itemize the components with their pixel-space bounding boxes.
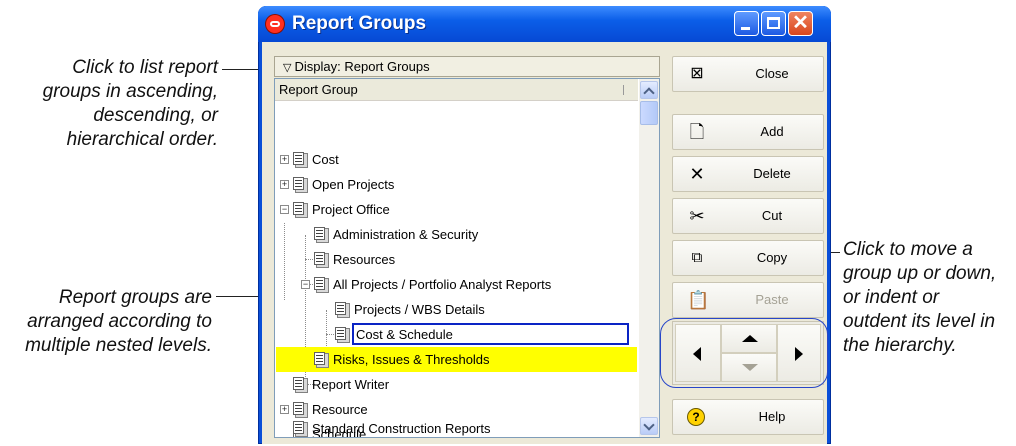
tree-item-label: Administration & Security	[333, 227, 479, 242]
minimize-icon	[741, 27, 750, 30]
help-icon: ?	[687, 408, 705, 426]
tree-item-label: Standard Construction Reports	[312, 421, 491, 436]
maximize-icon	[767, 17, 780, 29]
add-button[interactable]: 🗋 Add	[672, 114, 824, 150]
report-group-icon	[292, 152, 308, 167]
tree-item[interactable]: Resources	[275, 247, 638, 272]
close-window-icon: ⊠	[690, 65, 704, 82]
maximize-button[interactable]	[761, 11, 786, 36]
display-label: Display: Report Groups	[294, 59, 430, 74]
vertical-scrollbar[interactable]	[639, 79, 659, 437]
title-bar[interactable]: Report Groups ✕	[258, 6, 831, 42]
close-button[interactable]: ⊠ Close	[672, 56, 824, 92]
column-header-label: Report Group	[279, 82, 358, 97]
tree-item-label: Open Projects	[312, 177, 395, 192]
tree-item[interactable]: Report Writer	[275, 372, 638, 397]
paste-button[interactable]: 📋 Paste	[672, 282, 824, 318]
tree-item[interactable]: Standard Construction Reports	[275, 416, 638, 441]
report-group-icon	[313, 227, 329, 242]
column-header-report-group[interactable]: Report Group	[275, 79, 638, 101]
callout-display-order: Click to list report groups in ascending…	[42, 57, 218, 150]
close-window-button[interactable]: ✕	[788, 11, 813, 36]
tree-item[interactable]: + Cost	[275, 147, 638, 172]
tree-item[interactable]: Risks, Issues & Thresholds	[275, 347, 638, 372]
copy-icon: ⧉	[691, 249, 703, 266]
report-group-icon	[292, 202, 308, 217]
chevron-up-icon	[643, 87, 655, 99]
callout-nested-levels: Report groups are arranged according to …	[25, 287, 212, 356]
report-group-icon	[292, 421, 308, 436]
report-group-icon	[292, 177, 308, 192]
tree-item-label: Cost & Schedule	[356, 327, 453, 342]
tree-item[interactable]: − Project Office	[275, 197, 638, 222]
collapse-icon[interactable]: −	[280, 205, 289, 214]
scroll-up-button[interactable]	[640, 81, 658, 99]
tree-item-label: Project Office	[312, 202, 390, 217]
report-group-icon	[313, 252, 329, 267]
scroll-thumb[interactable]	[640, 101, 658, 125]
collapse-icon[interactable]: −	[301, 280, 310, 289]
delete-button[interactable]: ✕ Delete	[672, 156, 824, 192]
chevron-down-icon: ▽	[283, 62, 295, 74]
sort-icon	[623, 85, 632, 95]
paste-icon: 📋	[687, 290, 710, 310]
tree-item-label: Cost	[312, 152, 339, 167]
tree-item-label: Report Writer	[312, 377, 390, 392]
tree-item[interactable]: − All Projects / Portfolio Analyst Repor…	[275, 272, 638, 297]
scroll-down-button[interactable]	[640, 417, 658, 435]
new-document-icon: 🗋	[689, 122, 705, 142]
tree-item-label: Risks, Issues & Thresholds	[333, 352, 490, 367]
minimize-button[interactable]	[734, 11, 759, 36]
tree-item-label: All Projects / Portfolio Analyst Reports	[333, 277, 552, 292]
tree-item-label: Resources	[333, 252, 396, 267]
cut-button[interactable]: ✂ Cut	[672, 198, 824, 234]
delete-icon: ✕	[689, 164, 705, 184]
tree-item[interactable]: + Open Projects	[275, 172, 638, 197]
tree-item-selected[interactable]: Cost & Schedule	[275, 322, 638, 347]
help-button[interactable]: ? Help	[672, 399, 824, 435]
scissors-icon: ✂	[689, 206, 705, 226]
report-group-icon	[334, 327, 350, 342]
chevron-down-icon	[643, 419, 655, 431]
tree-item[interactable]: Administration & Security	[275, 222, 638, 247]
annotation-highlight-move-controls	[660, 318, 828, 388]
report-group-icon	[313, 352, 329, 367]
copy-button[interactable]: ⧉ Copy	[672, 240, 824, 276]
expand-icon[interactable]: +	[280, 405, 289, 414]
callout-move-group: Click to move a group up or down, or ind…	[843, 239, 997, 356]
report-group-icon	[292, 377, 308, 392]
window-title: Report Groups	[292, 13, 427, 34]
report-group-icon	[334, 302, 350, 317]
report-group-icon	[313, 277, 329, 292]
report-group-icon	[292, 402, 308, 417]
tree-item-label: Projects / WBS Details	[354, 302, 485, 317]
display-options-bar[interactable]: ▽ Display: Report Groups	[274, 56, 660, 77]
expand-icon[interactable]: +	[280, 180, 289, 189]
expand-icon[interactable]: +	[280, 155, 289, 164]
tree-item[interactable]: Projects / WBS Details	[275, 297, 638, 322]
close-icon: ✕	[792, 12, 809, 34]
report-group-tree[interactable]: Report Group + Cost + Open Projects − Pr…	[274, 78, 660, 438]
app-icon	[266, 15, 284, 33]
